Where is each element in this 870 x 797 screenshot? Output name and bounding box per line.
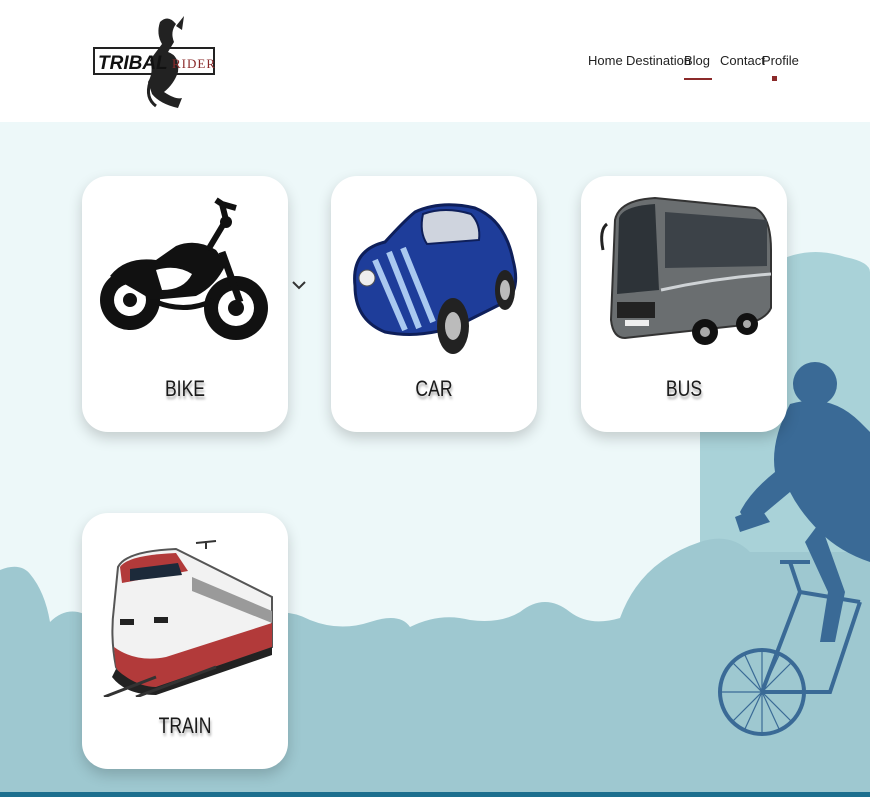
nav-home-label[interactable]: Home (588, 53, 623, 68)
main-nav: Home Destination Blog Contact Profile (588, 52, 799, 82)
tribal-rider-logo[interactable]: TRIBAL RIDER (90, 12, 220, 112)
card-bike-label: BIKE (164, 376, 206, 401)
bus-image (600, 196, 772, 345)
car-image (353, 203, 518, 354)
nav-destination-label[interactable]: Destination (626, 53, 691, 68)
motorcycle-image (100, 197, 268, 340)
nav-profile[interactable]: Profile (762, 52, 799, 82)
nav-profile-label[interactable]: Profile (762, 53, 799, 68)
card-car[interactable]: CAR (331, 176, 537, 432)
card-car-label: CAR (415, 376, 453, 401)
svg-text:TRIBAL: TRIBAL (98, 53, 168, 74)
card-bus[interactable]: BUS (581, 176, 787, 432)
chevron-down-icon (292, 281, 306, 290)
page: TRIBAL RIDER Home Destination Blog Conta… (0, 0, 870, 797)
site-header: TRIBAL RIDER Home Destination Blog Conta… (0, 0, 870, 122)
nav-destination[interactable]: Destination (626, 52, 691, 82)
train-image (103, 540, 273, 697)
bicycle-spokes (720, 650, 804, 734)
card-train[interactable]: TRAIN (82, 513, 288, 769)
logo-emblem-icon: TRIBAL RIDER (93, 16, 216, 109)
nav-active-underline (684, 78, 712, 80)
bottom-strip (0, 792, 870, 797)
nav-blog-label[interactable]: Blog (684, 53, 710, 68)
nav-contact[interactable]: Contact (720, 52, 765, 82)
nav-profile-dot (772, 76, 777, 81)
nav-contact-label[interactable]: Contact (720, 53, 765, 68)
nav-home[interactable]: Home (588, 52, 623, 82)
card-bus-label: BUS (665, 376, 703, 401)
svg-text:RIDER: RIDER (172, 56, 216, 71)
card-train-label: TRAIN (158, 713, 212, 738)
card-bike[interactable]: BIKE (82, 176, 288, 432)
nav-blog[interactable]: Blog (684, 52, 712, 82)
